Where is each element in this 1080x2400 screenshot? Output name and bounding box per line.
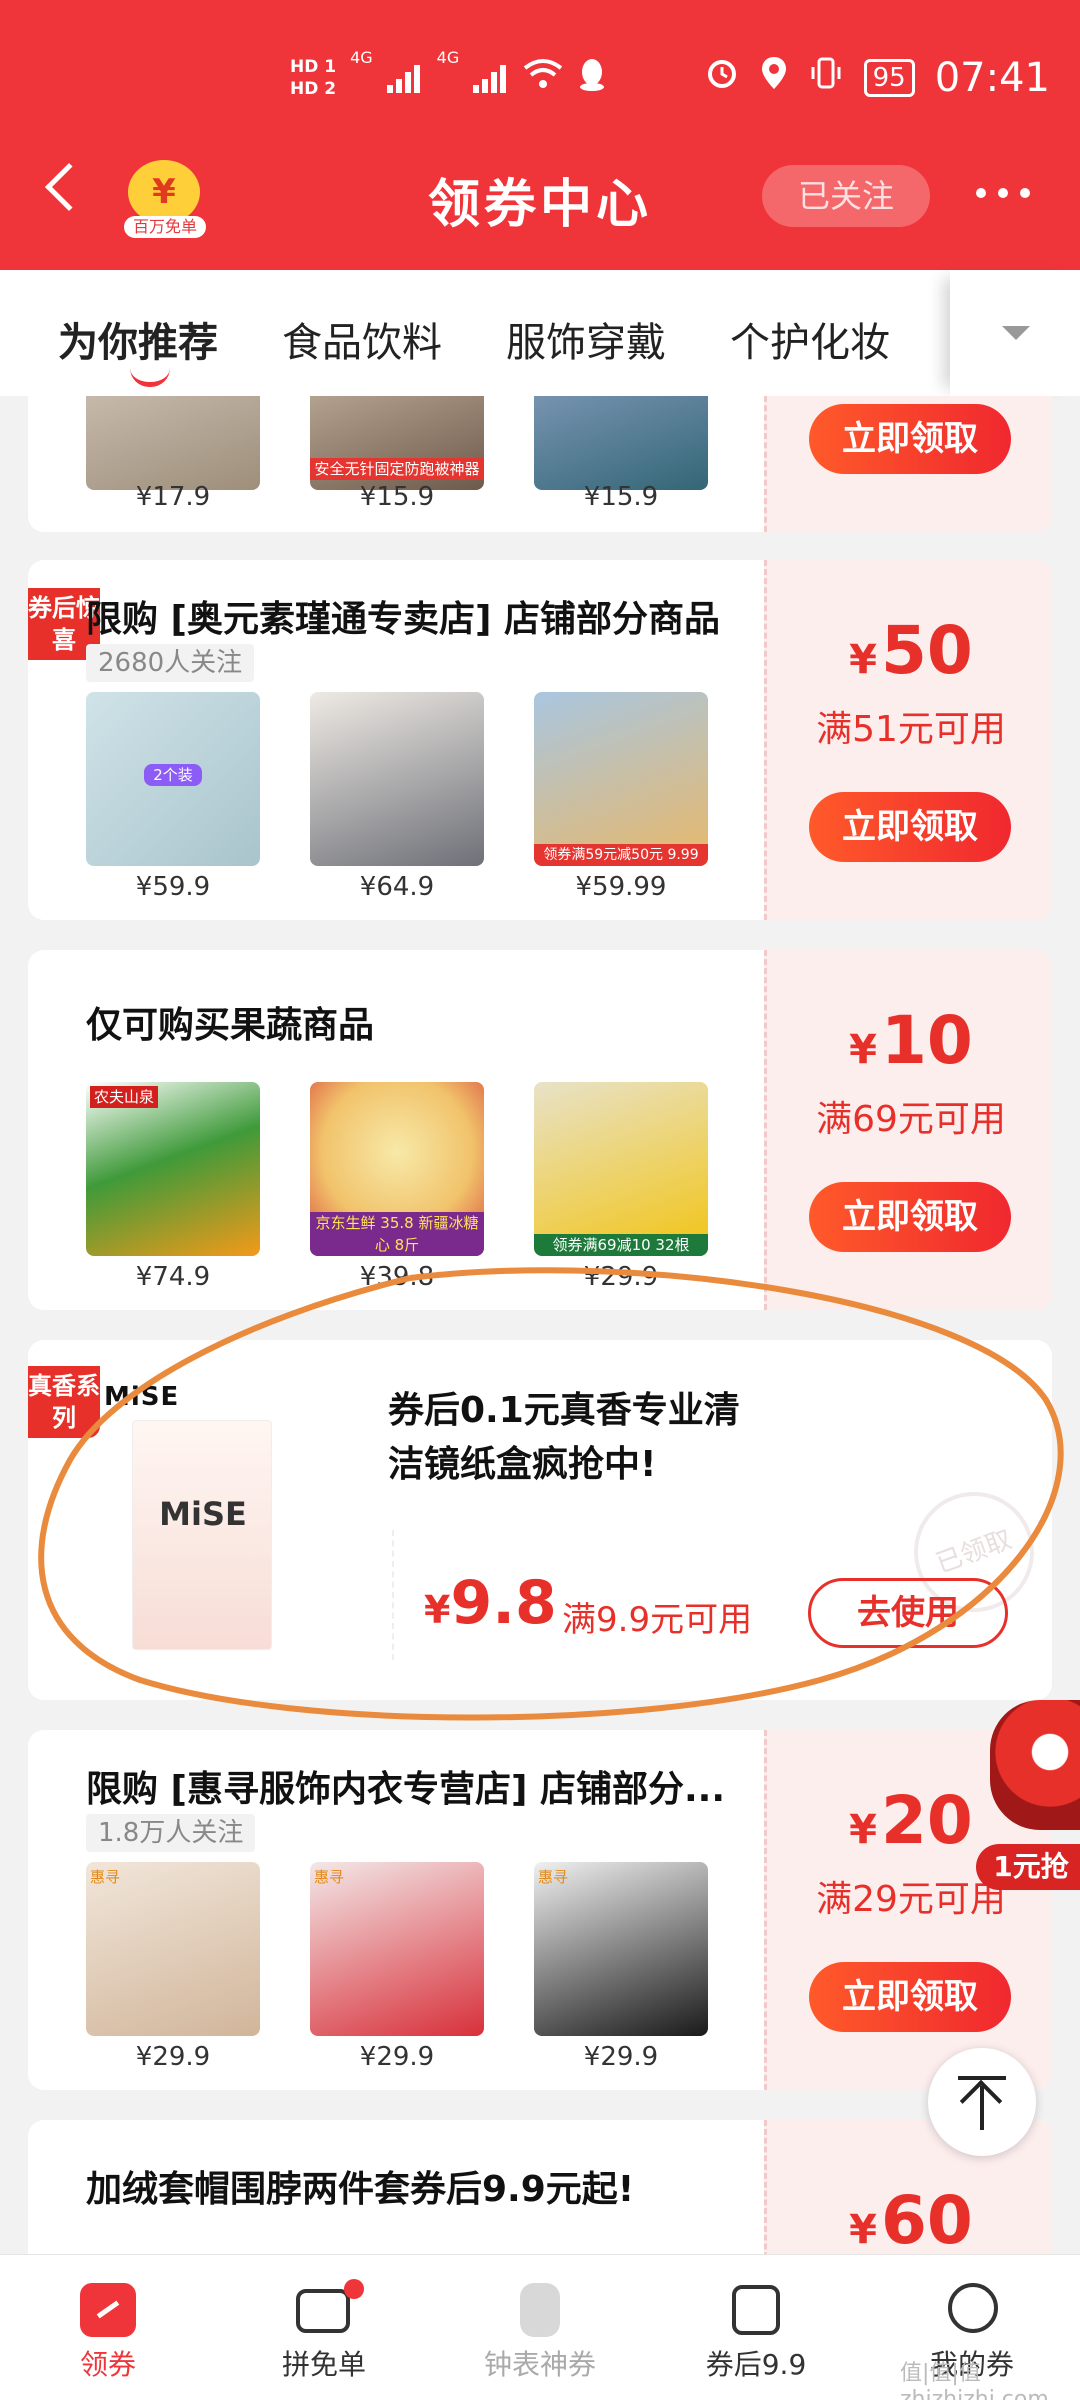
qq-icon	[577, 57, 607, 100]
tab-clothing[interactable]: 服饰穿戴	[506, 310, 666, 368]
product-image[interactable]: 2个装	[86, 692, 260, 866]
battery-indicator: 95	[863, 59, 915, 97]
product-price: ¥29.9	[583, 2042, 659, 2072]
coupon-title: 限购 [惠寻服饰内衣专营店] 店铺部分...	[86, 1769, 726, 1810]
product-image[interactable]: 领券满69减10 32根	[534, 1082, 708, 1256]
bottom-nav: 领券 拼免单 钟表神券 券后9.9 我的券 值|值|值 zhizhizhi.co…	[0, 2254, 1080, 2400]
product-image[interactable]: 安全无针固定防跑被神器	[310, 396, 484, 490]
product-image-text: 惠寻	[90, 1868, 121, 1886]
coupon-condition: 满51元可用	[816, 709, 1006, 750]
signal-icon	[386, 63, 423, 93]
product-price: ¥64.9	[359, 872, 435, 902]
app-header: HD 1 HD 2 4G 4G 95 07:41 ¥ 百万免单 领券中心 已关注	[0, 0, 1080, 270]
coupon-amount: ¥10	[849, 1002, 973, 1079]
product-image-text: 2个装	[144, 764, 202, 786]
product-image-text: 领券满69减10 32根	[534, 1234, 708, 1256]
claim-button[interactable]: 立即领取	[809, 1962, 1011, 2032]
back-to-top-button[interactable]	[928, 2048, 1036, 2156]
price-tag-icon	[726, 2283, 786, 2337]
location-icon	[760, 55, 788, 101]
product-image[interactable]	[310, 692, 484, 866]
product-price: ¥59.99	[575, 872, 667, 902]
product-price: ¥59.9	[135, 872, 211, 902]
claim-button[interactable]: 立即领取	[809, 792, 1011, 862]
product-image[interactable]: 领券满59元减50元 9.99	[534, 692, 708, 866]
product-image-text: 惠寻	[314, 1868, 345, 1886]
more-icon[interactable]	[976, 188, 1030, 198]
product-image-text: 京东生鲜 35.8 新疆冰糖心 8斤	[310, 1212, 484, 1256]
product-image[interactable]	[534, 396, 708, 490]
nav-group-free[interactable]: 拼免单	[216, 2255, 432, 2400]
annotation-circle	[38, 1267, 1064, 1721]
watermark: 值|值|值 zhizhizhi.com	[900, 2361, 1049, 2400]
follower-count: 2680人关注	[86, 644, 255, 682]
product-image[interactable]: 惠寻	[310, 1862, 484, 2036]
coupon-icon	[78, 2283, 138, 2337]
tab-dropdown-chevron-icon[interactable]	[950, 270, 1080, 396]
product-price: ¥29.9	[135, 2042, 211, 2072]
nav-after-coupon[interactable]: 券后9.9	[648, 2255, 864, 2400]
coupon-card: 券后惊喜 限购 [奥元素瑾通专卖店] 店铺部分商品 2680人关注 2个装 领券…	[28, 560, 1052, 920]
coupon-amount: ¥60	[849, 2182, 973, 2259]
signal-icon	[473, 63, 509, 93]
product-price: ¥29.9	[359, 2042, 435, 2072]
promo-float[interactable]: 1元抢	[976, 1700, 1080, 1890]
santa-icon	[990, 1700, 1080, 1830]
promo-label: 1元抢	[976, 1844, 1080, 1890]
nav-watch-coupon[interactable]: 钟表神券	[432, 2255, 648, 2400]
wallet-icon	[294, 2279, 364, 2337]
coupon-title: 加绒套帽围脖两件套券后9.9元起!	[86, 2169, 635, 2210]
product-price: ¥17.9	[135, 482, 211, 512]
alarm-icon	[704, 55, 740, 101]
product-image-text: 安全无针固定防跑被神器	[310, 458, 484, 480]
hd-indicator: HD 1 HD 2	[290, 56, 336, 100]
vibrate-icon	[808, 55, 844, 101]
product-price: ¥15.9	[583, 482, 659, 512]
watch-icon	[510, 2283, 570, 2337]
smile-icon	[942, 2283, 1002, 2337]
product-image[interactable]: 惠寻	[534, 1862, 708, 2036]
coupon-title: 限购 [奥元素瑾通专卖店] 店铺部分商品	[86, 599, 720, 640]
coupon-amount: ¥50	[849, 612, 973, 689]
product-price: ¥15.9	[359, 482, 435, 512]
follower-count: 1.8万人关注	[86, 1814, 256, 1852]
nav-label: 钟表神券	[483, 2348, 596, 2381]
product-image-text: 领券满59元减50元 9.99	[534, 844, 708, 866]
status-bar-right: 95 07:41	[704, 48, 1050, 108]
product-image[interactable]	[86, 396, 260, 490]
coupon-card: 限购 [惠寻服饰内衣专营店] 店铺部分... 1.8万人关注 惠寻 惠寻 惠寻 …	[28, 1730, 1052, 2090]
follow-button[interactable]: 已关注	[762, 165, 930, 227]
coupon-card: 仅可购买果蔬商品 农夫山泉 京东生鲜 35.8 新疆冰糖心 8斤 领券满69减1…	[28, 950, 1052, 1310]
network-label: 4G	[436, 48, 460, 67]
arrow-up-icon	[959, 2079, 1003, 2123]
network-label: 4G	[350, 48, 373, 67]
product-image[interactable]: 惠寻	[86, 1862, 260, 2036]
coupon-side: 立即领取	[764, 396, 1052, 532]
hd2-label: HD 2	[290, 79, 337, 99]
tab-personal-care[interactable]: 个护化妆	[730, 310, 890, 368]
claim-button[interactable]: 立即领取	[809, 1182, 1011, 1252]
product-image[interactable]: 农夫山泉	[86, 1082, 260, 1256]
product-image-text: 惠寻	[538, 1868, 569, 1886]
tab-food[interactable]: 食品饮料	[282, 310, 442, 368]
nav-coupons[interactable]: 领券	[0, 2255, 216, 2400]
status-bar-left: HD 1 HD 2 4G 4G	[290, 48, 607, 108]
coupon-title: 仅可购买果蔬商品	[86, 1005, 375, 1046]
tab-recommend[interactable]: 为你推荐	[58, 310, 218, 387]
wifi-icon	[523, 58, 563, 99]
hd1-label: HD 1	[290, 57, 337, 77]
coupon-card: 安全无针固定防跑被神器 ¥17.9 ¥15.9 ¥15.9 立即领取	[28, 396, 1052, 532]
coupon-side: ¥10 满69元可用 立即领取	[764, 950, 1052, 1310]
product-image[interactable]: 京东生鲜 35.8 新疆冰糖心 8斤	[310, 1082, 484, 1256]
product-image-text: 农夫山泉	[90, 1086, 159, 1108]
nav-label: 拼免单	[281, 2348, 366, 2381]
nav-label: 领券	[79, 2348, 136, 2381]
claim-button[interactable]: 立即领取	[809, 404, 1011, 474]
coupon-side: ¥50 满51元可用 立即领取	[764, 560, 1052, 920]
nav-label: 券后9.9	[705, 2348, 807, 2381]
clock: 07:41	[934, 55, 1050, 101]
coupon-condition: 满69元可用	[816, 1099, 1006, 1140]
category-tabs: 为你推荐 食品饮料 服饰穿戴 个护化妆	[0, 270, 1080, 396]
